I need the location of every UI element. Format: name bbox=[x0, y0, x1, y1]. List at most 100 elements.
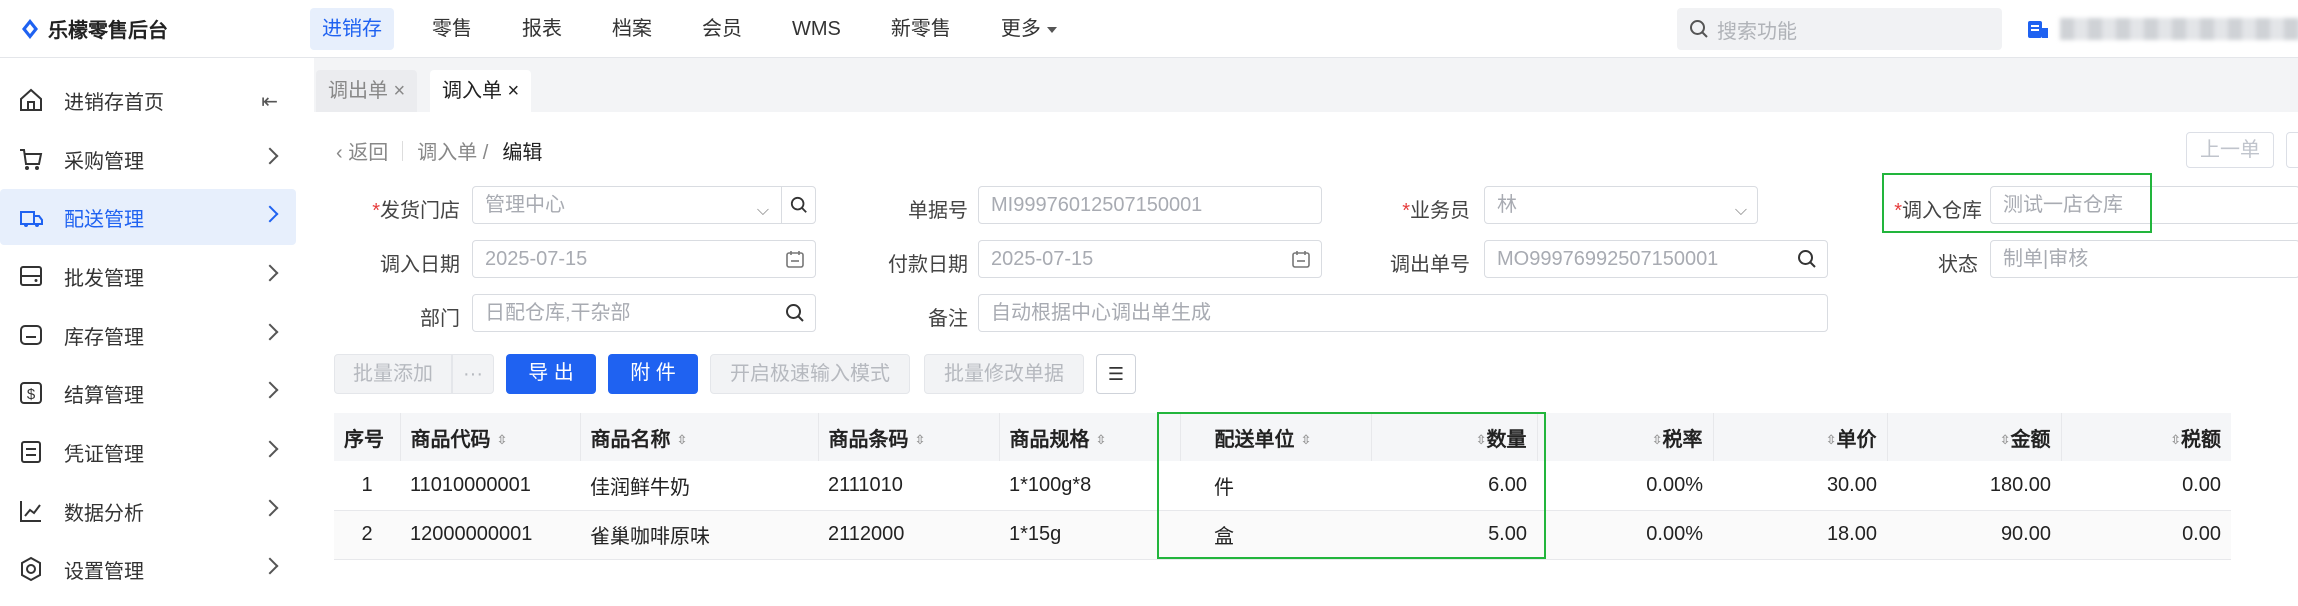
sort-icon: ⇳ bbox=[1825, 432, 1837, 448]
cell-price: 18.00 bbox=[1713, 510, 1887, 560]
cell-name: 佳润鲜牛奶 bbox=[580, 461, 818, 511]
nav-item-inventory[interactable]: 进销存 bbox=[310, 8, 394, 50]
sidebar-item-label: 凭证管理 bbox=[64, 443, 144, 466]
col-price-label: 单价 bbox=[1836, 428, 1877, 451]
sidebar-item-label: 进销存首页 bbox=[64, 91, 164, 114]
in-date-picker[interactable]: 2025-07-15 bbox=[472, 240, 816, 278]
salesman-select[interactable]: 林 ⌵ bbox=[1484, 186, 1758, 224]
app-logo[interactable]: 乐檬零售后台 bbox=[18, 14, 168, 43]
col-spec-label: 商品规格 bbox=[1009, 428, 1090, 451]
collapse-sidebar-icon[interactable]: ⇤ bbox=[261, 89, 278, 114]
back-link[interactable]: ‹ 返回 bbox=[336, 136, 388, 165]
sidebar-item-inventory-home[interactable]: 进销存首页 ⇤ bbox=[0, 72, 296, 128]
sidebar-item-settlement[interactable]: $ 结算管理 bbox=[0, 365, 296, 421]
prev-doc-button[interactable]: 上一单 bbox=[2186, 132, 2274, 168]
breadcrumb-parent[interactable]: 调入单 / bbox=[417, 136, 488, 165]
col-name[interactable]: 商品名称 ⇳ bbox=[580, 413, 819, 461]
batch-edit-button[interactable]: 批量修改单据 bbox=[924, 354, 1084, 394]
user-area[interactable] bbox=[2026, 18, 2298, 40]
out-no-value: MO99976992507150001 bbox=[1497, 248, 1719, 270]
sidebar-item-voucher[interactable]: 凭证管理 bbox=[0, 424, 296, 480]
sidebar-item-label: 设置管理 bbox=[64, 560, 144, 583]
batch-add-button[interactable]: 批量添加 bbox=[334, 354, 452, 394]
nav-item-more[interactable]: 更多 bbox=[989, 8, 1069, 50]
chevron-right-icon bbox=[261, 205, 279, 223]
store-search-button[interactable] bbox=[781, 187, 815, 223]
nav-item-new-retail[interactable]: 新零售 bbox=[879, 8, 963, 50]
status-value: 制单|审核 bbox=[2003, 248, 2089, 270]
cell-code: 12000000001 bbox=[400, 510, 580, 560]
nav-item-archive[interactable]: 档案 bbox=[600, 8, 664, 50]
unit-qty-highlight bbox=[1157, 412, 1546, 559]
search-input[interactable]: 搜索功能 bbox=[1677, 8, 2002, 50]
truck-icon bbox=[18, 204, 44, 230]
sidebar-item-wholesale[interactable]: 批发管理 bbox=[0, 248, 296, 304]
sidebar-item-settings[interactable]: 设置管理 bbox=[0, 541, 296, 597]
chevron-right-icon bbox=[261, 440, 279, 458]
col-tax[interactable]: ⇳税额 bbox=[2061, 413, 2231, 461]
col-price[interactable]: ⇳单价 bbox=[1713, 413, 1888, 461]
nav-item-reports[interactable]: 报表 bbox=[510, 8, 574, 50]
pay-date-picker[interactable]: 2025-07-15 bbox=[978, 240, 1322, 278]
docno-label: 单据号 bbox=[908, 200, 968, 222]
breadcrumb-current: 编辑 bbox=[502, 142, 543, 164]
col-code[interactable]: 商品代码 ⇳ bbox=[400, 413, 581, 461]
attach-button[interactable]: 附 件 bbox=[608, 354, 698, 394]
store-label: *发货门店 bbox=[372, 200, 460, 222]
out-no-field[interactable]: MO99976992507150001 bbox=[1484, 240, 1828, 278]
docno-field[interactable]: MI99976012507150001 bbox=[978, 186, 1322, 224]
calendar-icon bbox=[1292, 251, 1310, 268]
tab-transfer-in[interactable]: 调入单 × bbox=[430, 70, 532, 112]
chevron-right-icon bbox=[261, 499, 279, 517]
search-icon bbox=[790, 196, 807, 213]
next-doc-button[interactable] bbox=[2286, 132, 2298, 168]
column-settings-button[interactable]: ☰ bbox=[1096, 354, 1136, 394]
sort-icon: ⇳ bbox=[2170, 432, 2181, 448]
cell-tax: 0.00 bbox=[2061, 461, 2231, 511]
col-amount[interactable]: ⇳金额 bbox=[1887, 413, 2062, 461]
sidebar-item-analysis[interactable]: 数据分析 bbox=[0, 483, 296, 539]
cell-code: 11010000001 bbox=[400, 461, 580, 511]
col-index: 序号 bbox=[334, 413, 401, 461]
pay-date-label: 付款日期 bbox=[888, 254, 968, 276]
nav-item-retail[interactable]: 零售 bbox=[420, 8, 484, 50]
sidebar-item-delivery[interactable]: 配送管理 bbox=[0, 189, 296, 245]
cell-name: 雀巢咖啡原味 bbox=[580, 510, 818, 560]
tab-transfer-out[interactable]: 调出单 × bbox=[316, 70, 418, 112]
remark-field[interactable]: 自动根据中心调出单生成 bbox=[978, 294, 1828, 332]
sidebar-item-stock[interactable]: 库存管理 bbox=[0, 307, 296, 363]
search-icon[interactable] bbox=[785, 303, 805, 323]
breadcrumb-divider bbox=[402, 140, 404, 161]
svg-text:$: $ bbox=[27, 386, 36, 403]
chevron-right-icon bbox=[261, 381, 279, 399]
wholesale-icon bbox=[18, 263, 44, 289]
col-name-label: 商品名称 bbox=[590, 428, 671, 451]
chevron-right-icon bbox=[261, 264, 279, 282]
sort-icon: ⇳ bbox=[1095, 432, 1107, 448]
dept-field[interactable]: 日配仓库,干杂部 bbox=[472, 294, 816, 332]
export-button[interactable]: 导 出 bbox=[506, 354, 596, 394]
nav-item-member[interactable]: 会员 bbox=[690, 8, 754, 50]
cell-amount: 90.00 bbox=[1887, 510, 2061, 560]
sidebar-item-purchase[interactable]: 采购管理 bbox=[0, 131, 296, 187]
search-icon bbox=[1690, 20, 1708, 38]
col-barcode[interactable]: 商品条码 ⇳ bbox=[818, 413, 1000, 461]
user-name-blurred bbox=[2060, 18, 2298, 40]
in-date-label: 调入日期 bbox=[380, 254, 460, 276]
col-tax-rate[interactable]: ⇳税率 bbox=[1537, 413, 1714, 461]
col-spec[interactable]: 商品规格 ⇳ bbox=[999, 413, 1181, 461]
settings-icon bbox=[18, 556, 44, 582]
cell-index: 1 bbox=[334, 461, 400, 511]
cell-tax: 0.00 bbox=[2061, 510, 2231, 560]
chevron-right-icon bbox=[261, 557, 279, 575]
docno-value: MI99976012507150001 bbox=[991, 194, 1203, 216]
store-select[interactable]: 管理中心 ⌵ bbox=[472, 186, 816, 224]
sort-icon: ⇳ bbox=[914, 432, 926, 448]
more-options-button[interactable]: ··· bbox=[452, 354, 494, 394]
chevron-down-icon: ⌵ bbox=[1734, 202, 1747, 219]
voucher-icon bbox=[18, 439, 44, 465]
store-icon bbox=[2028, 21, 2048, 38]
nav-item-wms[interactable]: WMS bbox=[780, 8, 853, 50]
search-icon[interactable] bbox=[1797, 249, 1817, 269]
fast-input-button[interactable]: 开启极速输入模式 bbox=[710, 354, 910, 394]
